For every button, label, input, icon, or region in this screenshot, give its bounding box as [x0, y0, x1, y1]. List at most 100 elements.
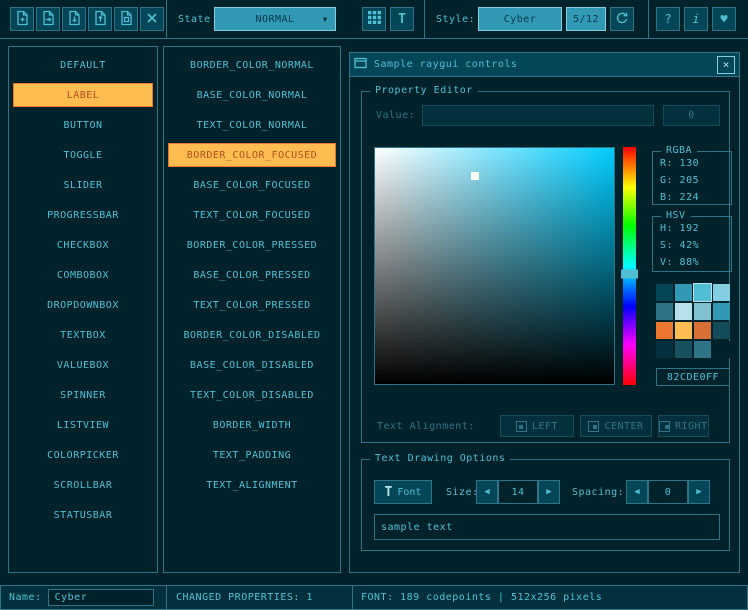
- reload-style-button[interactable]: [610, 7, 634, 31]
- sponsor-button[interactable]: ♥: [712, 7, 736, 31]
- color-swatch[interactable]: [694, 322, 711, 339]
- property-list-item[interactable]: BASE_COLOR_DISABLED: [168, 353, 336, 377]
- color-swatch[interactable]: [713, 284, 730, 301]
- toolbar-separator: [166, 0, 167, 39]
- sample-text-input[interactable]: [374, 514, 720, 540]
- style-template-button[interactable]: [114, 7, 138, 31]
- control-list-item[interactable]: LABEL: [13, 83, 153, 107]
- size-decrement-button[interactable]: ◀: [476, 480, 498, 504]
- font-atlas-button[interactable]: T: [390, 7, 414, 31]
- color-swatch[interactable]: [656, 322, 673, 339]
- info-button[interactable]: i: [684, 7, 708, 31]
- control-list-item[interactable]: SCROLLBAR: [13, 473, 153, 497]
- color-swatch[interactable]: [694, 303, 711, 320]
- control-list-item[interactable]: LISTVIEW: [13, 413, 153, 437]
- spacing-label: Spacing:: [572, 480, 624, 504]
- align-button: LEFT: [500, 415, 574, 437]
- property-list-item[interactable]: TEXT_COLOR_PRESSED: [168, 293, 336, 317]
- control-list-item[interactable]: SLIDER: [13, 173, 153, 197]
- style-name-button[interactable]: Cyber: [478, 7, 562, 31]
- control-list-item[interactable]: CHECKBOX: [13, 233, 153, 257]
- statusbar-changed-section: CHANGED PROPERTIES: 1: [166, 585, 353, 610]
- control-list-item[interactable]: COMBOBOX: [13, 263, 153, 287]
- hue-cursor[interactable]: [621, 269, 638, 278]
- hex-value-input[interactable]: [656, 368, 730, 386]
- style-template-icon: [118, 10, 134, 29]
- toolbar-separator: [648, 0, 649, 39]
- state-label: State: [178, 14, 211, 25]
- state-dropdown[interactable]: NORMAL ▼: [214, 7, 336, 31]
- sv-panel[interactable]: [374, 147, 615, 385]
- statusbar-font-section: FONT: 189 codepoints | 512x256 pixels: [352, 585, 748, 610]
- style-table-button[interactable]: [362, 7, 386, 31]
- group-title: Property Editor: [370, 85, 478, 96]
- spacing-decrement-button[interactable]: ◀: [626, 480, 648, 504]
- color-swatch[interactable]: [713, 303, 730, 320]
- export-file-button[interactable]: [88, 7, 112, 31]
- color-swatch[interactable]: [713, 341, 730, 358]
- property-list-item[interactable]: TEXT_PADDING: [168, 443, 336, 467]
- hue-bar[interactable]: [623, 147, 636, 385]
- color-swatch[interactable]: [694, 341, 711, 358]
- spacing-increment-button[interactable]: ▶: [688, 480, 710, 504]
- color-swatch[interactable]: [675, 322, 692, 339]
- control-list-item[interactable]: STATUSBAR: [13, 503, 153, 527]
- size-increment-button[interactable]: ▶: [538, 480, 560, 504]
- control-list-item[interactable]: SPINNER: [13, 383, 153, 407]
- size-label: Size:: [446, 480, 479, 504]
- rguistyler-app: State NORMAL ▼ T Style: Cyber 5/12 ? i: [0, 0, 748, 610]
- property-list-item[interactable]: TEXT_COLOR_NORMAL: [168, 113, 336, 137]
- window-titlebar[interactable]: Sample raygui controls ×: [350, 53, 739, 77]
- load-font-button[interactable]: T Font: [374, 480, 432, 504]
- reload-icon: [614, 10, 630, 29]
- property-list-item[interactable]: BASE_COLOR_FOCUSED: [168, 173, 336, 197]
- property-list-item[interactable]: BASE_COLOR_PRESSED: [168, 263, 336, 287]
- control-list-item[interactable]: COLORPICKER: [13, 443, 153, 467]
- control-list-item[interactable]: DROPDOWNBOX: [13, 293, 153, 317]
- left-arrow-icon: ◀: [634, 487, 639, 497]
- property-list-item[interactable]: BORDER_COLOR_PRESSED: [168, 233, 336, 257]
- color-swatch[interactable]: [694, 284, 711, 301]
- save-file-button[interactable]: [62, 7, 86, 31]
- spacing-value[interactable]: 0: [648, 480, 688, 504]
- style-name-input[interactable]: [48, 589, 154, 606]
- window-title: Sample raygui controls: [374, 59, 517, 70]
- property-list-item[interactable]: BASE_COLOR_NORMAL: [168, 83, 336, 107]
- control-list-item[interactable]: TOGGLE: [13, 143, 153, 167]
- property-list-item[interactable]: BORDER_COLOR_DISABLED: [168, 323, 336, 347]
- new-file-button[interactable]: [10, 7, 34, 31]
- color-swatch[interactable]: [656, 341, 673, 358]
- style-index-button[interactable]: 5/12: [566, 7, 606, 31]
- control-list-item[interactable]: TEXTBOX: [13, 323, 153, 347]
- control-list-item[interactable]: BUTTON: [13, 113, 153, 137]
- control-list-item[interactable]: VALUEBOX: [13, 353, 153, 377]
- sv-cursor[interactable]: [471, 172, 479, 180]
- left-arrow-icon: ◀: [484, 487, 489, 497]
- font-info-text: FONT: 189 codepoints | 512x256 pixels: [361, 592, 602, 603]
- load-file-button[interactable]: [36, 7, 60, 31]
- color-swatch[interactable]: [656, 303, 673, 320]
- rgba-b: B: 224: [660, 191, 731, 205]
- color-swatch[interactable]: [713, 322, 730, 339]
- grid-icon: [367, 10, 382, 28]
- random-style-button[interactable]: [140, 7, 164, 31]
- text-drawing-options-group: Text Drawing Options T Font Size: ◀ 14 ▶…: [361, 459, 730, 551]
- toolbar-separator: [424, 0, 425, 39]
- control-list-item[interactable]: PROGRESSBAR: [13, 203, 153, 227]
- color-swatch[interactable]: [675, 284, 692, 301]
- property-list-item[interactable]: TEXT_COLOR_FOCUSED: [168, 203, 336, 227]
- color-swatch[interactable]: [656, 284, 673, 301]
- size-value[interactable]: 14: [498, 480, 538, 504]
- color-swatch[interactable]: [675, 341, 692, 358]
- control-list-item[interactable]: DEFAULT: [13, 53, 153, 77]
- name-label: Name:: [9, 592, 42, 603]
- color-swatch[interactable]: [675, 303, 692, 320]
- property-list-item[interactable]: BORDER_COLOR_FOCUSED: [168, 143, 336, 167]
- property-list-item[interactable]: BORDER_COLOR_NORMAL: [168, 53, 336, 77]
- align-button: RIGHT: [658, 415, 709, 437]
- property-list-item[interactable]: BORDER_WIDTH: [168, 413, 336, 437]
- help-button[interactable]: ?: [656, 7, 680, 31]
- property-list-item[interactable]: TEXT_COLOR_DISABLED: [168, 383, 336, 407]
- close-button[interactable]: ×: [717, 56, 735, 74]
- property-list-item[interactable]: TEXT_ALIGNMENT: [168, 473, 336, 497]
